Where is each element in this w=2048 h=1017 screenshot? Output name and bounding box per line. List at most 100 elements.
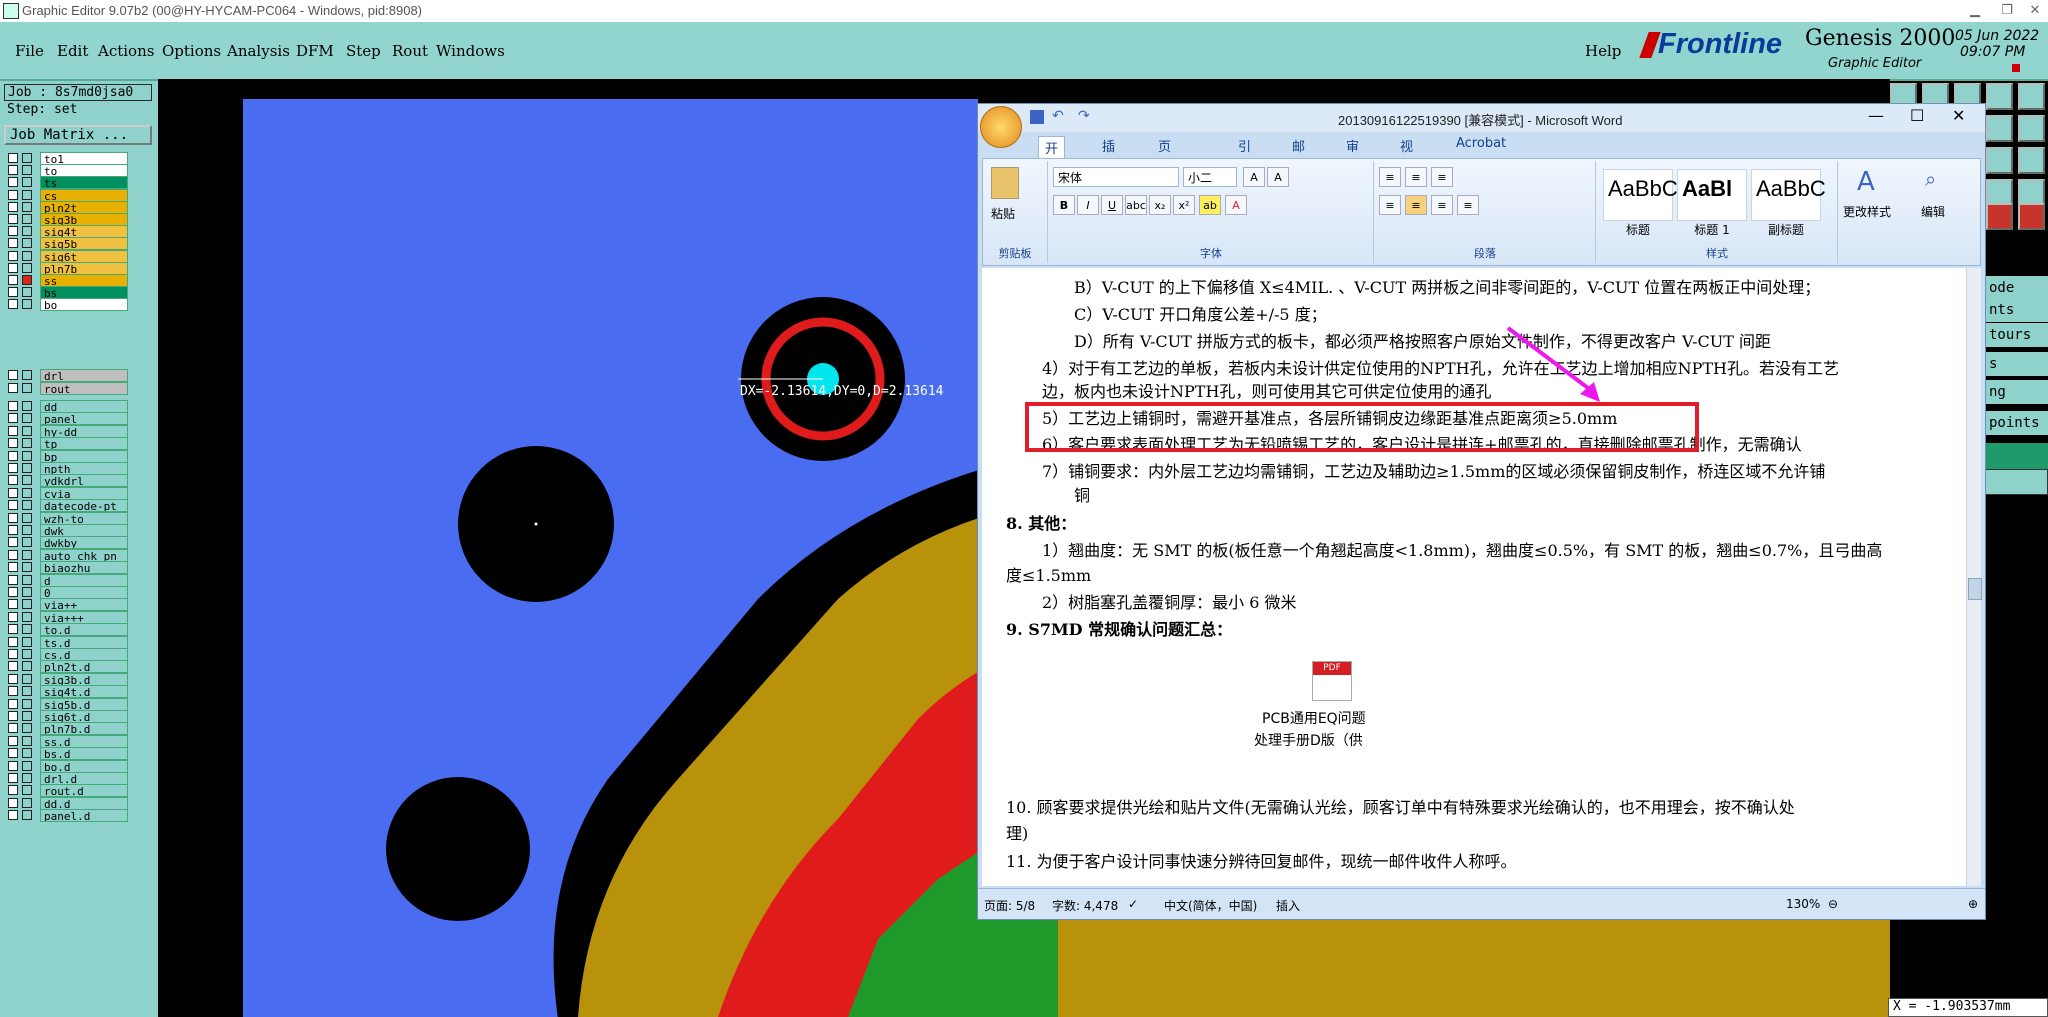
layer-name[interactable]: ydkdrl xyxy=(40,474,128,488)
status-insert[interactable]: 插入 xyxy=(1276,897,1300,914)
layer-checkbox[interactable] xyxy=(8,760,18,771)
menu-options[interactable]: Options xyxy=(162,42,221,60)
layer-row[interactable]: ss.d xyxy=(6,734,154,748)
layer-checkbox[interactable] xyxy=(8,549,18,560)
layer-name[interactable]: ts.d xyxy=(40,635,128,649)
layer-row[interactable]: ts xyxy=(6,176,154,190)
layer-display-toggle[interactable] xyxy=(22,636,32,647)
layer-checkbox[interactable] xyxy=(8,500,18,511)
tab-acrobat[interactable]: Acrobat xyxy=(1456,136,1506,151)
font-size-select[interactable]: 小二 xyxy=(1183,167,1237,187)
layer-name[interactable]: sig4t xyxy=(40,225,128,239)
layer-display-toggle[interactable] xyxy=(22,673,32,684)
layer-display-toggle[interactable] xyxy=(22,735,32,746)
right-menu-item-2[interactable]: nts xyxy=(1985,298,2048,322)
layer-name[interactable]: bp xyxy=(40,449,128,463)
layer-row[interactable]: d xyxy=(6,573,154,587)
layer-name[interactable]: sig3b xyxy=(40,213,128,226)
layer-checkbox[interactable] xyxy=(8,810,18,821)
layer-name[interactable]: pln7b xyxy=(40,261,128,275)
layer-checkbox[interactable] xyxy=(8,165,18,176)
layer-row[interactable]: 0 xyxy=(6,586,154,599)
save-icon[interactable] xyxy=(1030,110,1044,124)
layer-name[interactable]: drl.d xyxy=(40,772,128,785)
layer-checkbox[interactable] xyxy=(8,413,18,424)
layer-row[interactable]: cs xyxy=(6,188,154,202)
layer-checkbox[interactable] xyxy=(8,711,18,721)
redo-icon[interactable]: ↷ xyxy=(1078,108,1090,124)
layer-name[interactable]: datecode-pt xyxy=(40,499,128,513)
layer-name[interactable]: auto_chk_pn xyxy=(40,548,128,562)
layer-checkbox[interactable] xyxy=(8,299,18,310)
shrink-font-button[interactable]: A xyxy=(1267,167,1289,187)
grow-font-button[interactable]: A xyxy=(1243,167,1265,187)
layer-display-toggle[interactable] xyxy=(22,370,32,380)
layer-display-toggle[interactable] xyxy=(22,475,32,486)
layer-checkbox[interactable] xyxy=(8,773,18,783)
layer-display-toggle[interactable] xyxy=(22,463,32,473)
bold-button[interactable]: B xyxy=(1053,195,1075,215)
menu-windows[interactable]: Windows xyxy=(436,42,505,60)
style-heading[interactable]: AaBbC 标题 xyxy=(1603,169,1678,237)
bullets-button[interactable]: ≡ xyxy=(1379,167,1401,187)
layer-row[interactable]: sig6t xyxy=(6,249,154,263)
layer-checkbox[interactable] xyxy=(8,673,18,684)
layer-display-toggle[interactable] xyxy=(22,711,32,721)
layer-name[interactable]: cs.d xyxy=(40,648,128,661)
layer-checkbox[interactable] xyxy=(8,624,18,635)
scroll-thumb[interactable] xyxy=(1968,578,1982,600)
layer-name[interactable]: ss.d xyxy=(40,734,128,748)
layer-name[interactable]: bo xyxy=(40,298,128,312)
layer-checkbox[interactable] xyxy=(8,537,18,548)
layer-checkbox[interactable] xyxy=(8,599,18,610)
paste-icon[interactable] xyxy=(991,167,1019,199)
layer-display-toggle[interactable] xyxy=(22,214,32,224)
layer-display-toggle[interactable] xyxy=(22,562,32,573)
layer-display-toggle[interactable] xyxy=(22,748,32,759)
status-words[interactable]: 字数: 4,478 xyxy=(1052,897,1118,914)
layer-checkbox[interactable] xyxy=(8,238,18,249)
layer-display-toggle[interactable] xyxy=(22,425,32,436)
layer-checkbox[interactable] xyxy=(8,562,18,573)
subscript-button[interactable]: x₂ xyxy=(1149,195,1171,215)
layer-row[interactable]: biaozhu xyxy=(6,561,154,575)
layer-name[interactable]: cs xyxy=(40,188,128,202)
layer-row[interactable]: npth xyxy=(6,462,154,475)
layer-row[interactable]: to1 xyxy=(6,152,154,165)
layer-checkbox[interactable] xyxy=(8,735,18,746)
layer-row[interactable]: to xyxy=(6,164,154,178)
layer-row[interactable]: cs.d xyxy=(6,648,154,661)
layer-row[interactable]: datecode-pt xyxy=(6,499,154,513)
layer-row[interactable]: panel xyxy=(6,412,154,426)
layer-name[interactable]: via+++ xyxy=(40,610,128,624)
layer-name[interactable]: 0 xyxy=(40,586,128,599)
layer-row[interactable]: via+++ xyxy=(6,610,154,624)
layer-name[interactable]: to xyxy=(40,164,128,178)
layer-name[interactable]: via++ xyxy=(40,598,128,612)
layer-row[interactable]: bo xyxy=(6,298,154,312)
align-left-button[interactable]: ≡ xyxy=(1379,195,1401,215)
tool-button-7[interactable] xyxy=(2018,115,2045,142)
layer-checkbox[interactable] xyxy=(8,611,18,622)
layer-row[interactable]: bs xyxy=(6,286,154,300)
layer-display-toggle[interactable] xyxy=(22,624,32,635)
layer-display-toggle[interactable] xyxy=(22,226,32,237)
layer-display-toggle[interactable] xyxy=(22,773,32,783)
layer-row[interactable]: to.d xyxy=(6,623,154,637)
layer-checkbox[interactable] xyxy=(8,797,18,808)
layer-display-toggle[interactable] xyxy=(22,201,32,212)
layer-name[interactable]: sig3b.d xyxy=(40,672,128,686)
layer-name[interactable]: to1 xyxy=(40,152,128,165)
layer-name[interactable]: dwkby xyxy=(40,536,128,550)
layer-display-toggle[interactable] xyxy=(22,165,32,176)
layer-row[interactable]: bs.d xyxy=(6,747,154,761)
right-menu-field[interactable] xyxy=(1985,469,2048,495)
right-menu-item-3[interactable]: tours xyxy=(1985,323,2048,347)
layer-name[interactable]: sig6t xyxy=(40,249,128,263)
layer-row[interactable]: wzh-to xyxy=(6,511,154,525)
layer-row[interactable]: bo.d xyxy=(6,759,154,773)
layer-display-toggle[interactable] xyxy=(22,383,32,393)
layer-display-toggle[interactable] xyxy=(22,760,32,771)
layer-display-toggle[interactable] xyxy=(22,587,32,597)
close-button[interactable]: ✕ xyxy=(2020,2,2048,20)
